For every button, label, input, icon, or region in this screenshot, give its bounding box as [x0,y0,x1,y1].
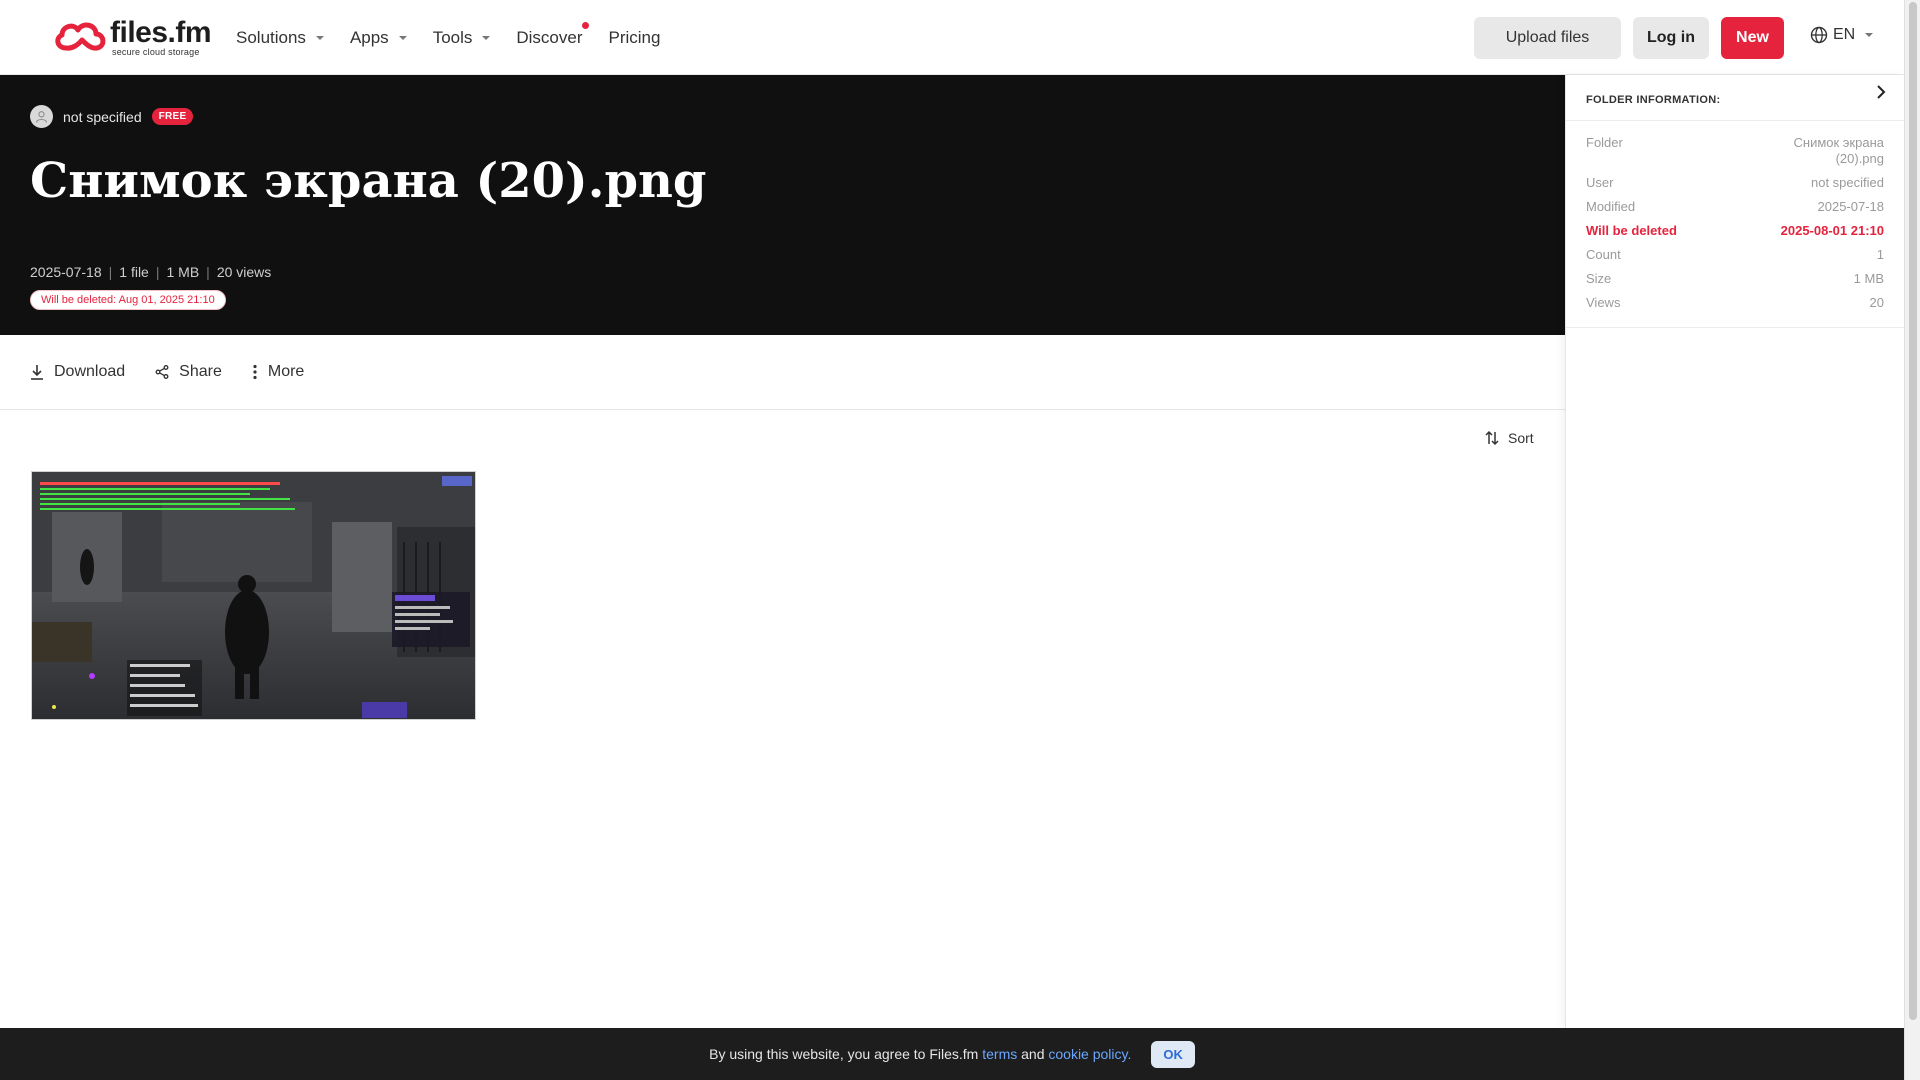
cookie-consent-bar: By using this website, you agree to File… [0,1028,1904,1080]
info-key: Size [1586,271,1612,286]
info-key: Views [1586,295,1621,310]
info-row-folder: Folder Снимок экрана (20).png [1586,131,1884,171]
info-key: User [1586,175,1614,190]
avatar[interactable] [30,105,53,128]
notification-dot [581,21,589,29]
info-row-modified: Modified 2025-07-18 [1586,195,1884,219]
scrollbar-thumb[interactable] [1909,2,1917,1020]
login-button[interactable]: Log in [1633,17,1709,59]
share-button[interactable]: Share [155,363,222,381]
owner-info: not specified FREE [30,105,194,128]
nav-discover[interactable]: Discover [516,21,589,48]
folder-info-panel: FOLDER INFORMATION: Folder Снимок экрана… [1565,75,1904,1028]
nav-apps-label: Apps [349,27,389,47]
upload-files-button[interactable]: Upload files [1474,17,1621,59]
panel-header: FOLDER INFORMATION: [1566,75,1904,121]
user-icon [35,111,48,123]
nav-apps[interactable]: Apps [350,28,407,48]
page-title: Снимок экрана (20).png [30,153,707,209]
info-key: Will be deleted [1586,223,1677,238]
new-button[interactable]: New [1721,17,1784,59]
globe-icon [1810,26,1828,44]
meta-views: 20 views [216,264,272,280]
nav-solutions[interactable]: Solutions [236,28,324,48]
download-icon [31,365,43,380]
meta-separator: | [206,264,210,280]
meta-date: 2025-07-18 [30,264,102,280]
info-value: 1 [1876,247,1884,262]
info-value: 2025-08-01 21:10 [1780,223,1884,238]
meta-file-count: 1 file [119,264,149,280]
meta-separator: | [108,264,113,280]
files-fm-logo[interactable]: files.fm secure cloud storage [52,16,214,58]
nav-tools[interactable]: Tools [433,28,491,48]
chevron-right-icon [1877,85,1886,99]
chevron-down-icon [398,35,407,40]
download-label: Download [54,363,126,380]
info-key: Modified [1586,199,1636,214]
info-value: 20 [1869,295,1884,310]
top-navigation-bar: files.fm secure cloud storage Solutions … [0,0,1904,75]
collapse-panel-button[interactable] [1870,81,1892,103]
info-value: not specified [1811,175,1884,190]
info-row-views: Views 20 [1586,291,1884,315]
nav-pricing-label: Pricing [608,27,661,47]
info-row-count: Count 1 [1586,243,1884,267]
owner-name[interactable]: not specified [63,109,142,125]
chevron-down-icon [1865,33,1874,37]
download-button[interactable]: Download [30,363,125,381]
sort-button[interactable]: Sort [1484,430,1534,446]
plan-badge: FREE [151,108,194,125]
info-key: Folder [1586,135,1623,150]
info-row-will-be-deleted: Will be deleted 2025-08-01 21:10 [1586,219,1884,243]
folder-info-table: Folder Снимок экрана (20).png User not s… [1566,121,1904,328]
cookie-ok-button[interactable]: OK [1151,1040,1195,1068]
chevron-down-icon [315,35,324,40]
action-toolbar: Download Share More [0,335,1565,410]
info-value: Снимок экрана (20).png [1793,135,1885,166]
cookie-policy-link[interactable]: cookie policy. [1048,1046,1131,1062]
more-label: More [267,363,305,380]
chevron-down-icon [482,35,491,40]
info-value: 1 MB [1853,271,1884,286]
logo-wordmark: files.fm [110,16,212,49]
screenshot-preview-image [32,472,475,719]
cookie-text: By using this website, you agree to File… [709,1046,983,1062]
terms-link[interactable]: terms [982,1046,1017,1062]
more-menu-button[interactable]: More [252,363,304,381]
more-vertical-icon [253,364,257,380]
main-nav: Solutions Apps Tools Discover Pricing [236,0,686,75]
nav-solutions-label: Solutions [236,27,306,47]
meta-separator: | [155,264,160,280]
folder-hero: not specified FREE Снимок экрана (20).pn… [0,75,1565,335]
nav-discover-label: Discover [516,27,583,47]
language-selector[interactable]: EN [1810,26,1874,44]
nav-pricing[interactable]: Pricing [609,28,661,48]
file-thumbnail[interactable] [31,471,476,720]
language-code: EN [1833,26,1856,43]
cloud-logo-icon [55,22,106,51]
sort-arrows-icon [1485,430,1499,446]
info-value: 2025-07-18 [1817,199,1885,214]
share-label: Share [179,363,222,380]
info-row-size: Size 1 MB [1586,267,1884,291]
cookie-and-text: and [1017,1046,1049,1062]
sort-label: Sort [1508,430,1534,446]
logo-tagline: secure cloud storage [112,47,200,57]
deletion-notice-badge: Will be deleted: Aug 01, 2025 21:10 [30,290,226,310]
info-row-user: User not specified [1586,171,1884,195]
share-icon [155,365,169,379]
page-scrollbar[interactable] [1904,0,1920,1080]
meta-size: 1 MB [166,264,200,280]
folder-meta: 2025-07-18 | 1 file | 1 MB | 20 views [30,264,271,280]
panel-title: FOLDER INFORMATION: [1586,94,1721,106]
info-key: Count [1586,247,1621,262]
nav-tools-label: Tools [432,27,473,47]
